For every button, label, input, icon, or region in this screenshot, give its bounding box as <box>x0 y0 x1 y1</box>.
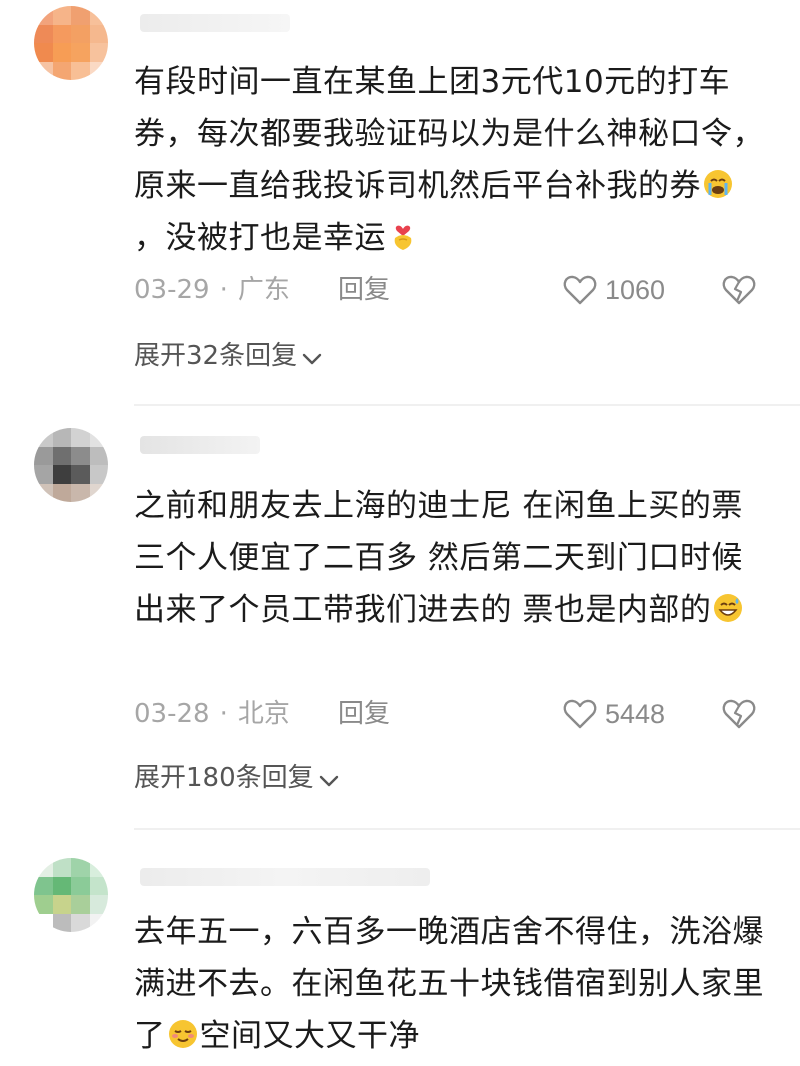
meta-separator: · <box>219 275 228 305</box>
reply-button[interactable]: 回复 <box>338 694 390 734</box>
avatar[interactable] <box>34 858 108 932</box>
like-button[interactable]: 5448 <box>563 694 665 734</box>
dislike-button[interactable] <box>722 694 758 734</box>
grinning-sweat-face-icon <box>714 594 743 622</box>
heart-hands-icon <box>394 225 412 250</box>
comment-location: 北京 <box>237 699 290 729</box>
comment-location: 广东 <box>237 275 290 305</box>
chevron-down-icon <box>319 775 338 787</box>
username-blurred[interactable] <box>140 14 290 32</box>
comment-text: 之前和朋友去上海的迪士尼 在闲鱼上买的票 三个人便宜了二百多 然后第二天到门口时… <box>134 488 754 628</box>
comment-date: 03-29 <box>134 275 210 305</box>
username-blurred[interactable] <box>140 436 260 454</box>
like-button[interactable]: 1060 <box>563 270 665 310</box>
meta-separator: · <box>219 699 228 729</box>
like-count: 1060 <box>605 274 666 305</box>
loudly-crying-face-icon <box>704 170 732 198</box>
smirking-face-icon <box>168 1020 197 1048</box>
comment-text: 有段时间一直在某鱼上团3元代10元的打车券，每次都要我验证码以为是什么神秘口令，… <box>134 64 764 256</box>
comment-meta: 03-28 · 北京 <box>134 694 290 734</box>
expand-replies-button[interactable]: 展开180条回复 <box>134 758 340 798</box>
comment-date: 03-28 <box>134 699 210 729</box>
broken-heart-icon <box>722 699 756 729</box>
dislike-button[interactable] <box>722 270 758 310</box>
comment-text: 去年五一，六百多一晚酒店舍不得住，洗浴爆满进不去。在闲鱼花五十块钱借宿到别人家里… <box>134 914 764 1054</box>
like-count: 5448 <box>605 698 666 729</box>
reply-button[interactable]: 回复 <box>338 270 390 310</box>
username-blurred[interactable] <box>140 868 430 886</box>
divider <box>134 404 800 406</box>
heart-outline-icon <box>563 699 597 729</box>
expand-replies-button[interactable]: 展开32条回复 <box>134 336 323 376</box>
avatar[interactable] <box>34 6 108 80</box>
avatar[interactable] <box>34 428 108 502</box>
divider <box>134 828 800 830</box>
chevron-down-icon <box>302 353 322 365</box>
comment-meta: 03-29 · 广东 <box>134 270 290 310</box>
broken-heart-icon <box>722 275 756 305</box>
heart-outline-icon <box>563 275 597 305</box>
